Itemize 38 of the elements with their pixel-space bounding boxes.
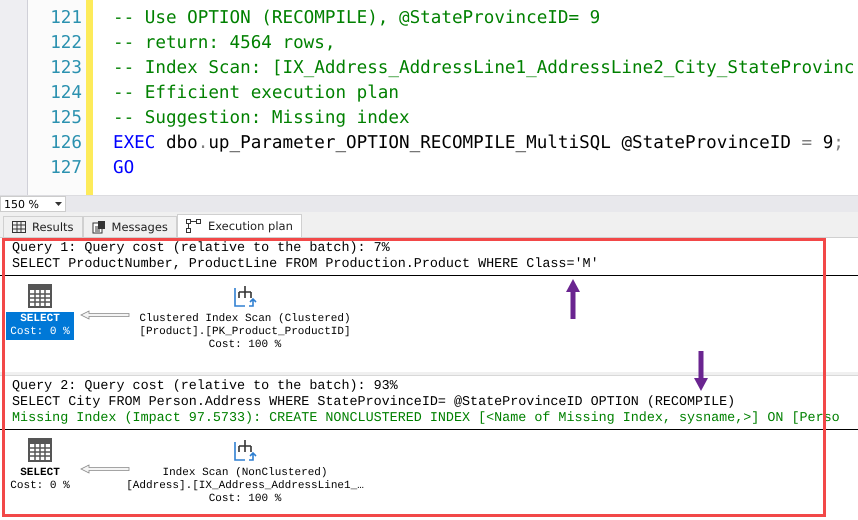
code-line: EXEC dbo.up_Parameter_OPTION_RECOMPILE_MultiSQL @StateProvinceID = 9; xyxy=(113,132,845,155)
code-line: -- return: 4564 rows, xyxy=(113,32,336,55)
plan-node-label[interactable]: Index Scan (NonClustered) [Address].[IX_Address_AddressLine1_… Cost: 100 % xyxy=(122,466,368,507)
line-number: 122 xyxy=(50,32,82,55)
plan-node-label[interactable]: Clustered Index Scan (Clustered) [Product].[PK_Product_ProductID] Cost: 100 % xyxy=(135,312,355,353)
annotation-arrow xyxy=(693,350,709,392)
query-statement: SELECT City FROM Person.Address WHERE StateProvinceID= @StateProvinceID OPTION (RECOMPILE) xyxy=(12,395,736,411)
query-statement: SELECT ProductNumber, ProductLine FROM Production.Product WHERE Class='M' xyxy=(12,257,600,273)
flow-arrow xyxy=(80,310,130,320)
table-icon xyxy=(28,438,52,462)
code-line: -- Use OPTION (RECOMPILE), @StateProvinceID= 9 xyxy=(113,7,602,30)
line-number: 126 xyxy=(50,132,82,155)
document-icon xyxy=(92,220,106,234)
grid-icon xyxy=(12,221,26,233)
code-line: -- Suggestion: Missing index xyxy=(113,107,411,130)
plan-icon xyxy=(186,219,202,233)
code-line: GO xyxy=(113,157,136,180)
line-number: 123 xyxy=(50,57,82,80)
query-cost-text: Query 2: Query cost (relative to the batch): 93% xyxy=(12,379,399,395)
plan-node-label[interactable]: SELECT Cost: 0 % xyxy=(6,312,74,340)
tab[interactable]: Results xyxy=(3,216,83,237)
annotation-arrow xyxy=(565,278,581,320)
index-scan-icon xyxy=(233,284,257,308)
index-scan-icon xyxy=(233,438,257,462)
caret-icon xyxy=(55,202,62,206)
flow-arrow xyxy=(80,464,130,474)
tab[interactable]: Messages xyxy=(82,216,177,237)
query-cost-text: Query 1: Query cost (relative to the batch): 7% xyxy=(12,241,391,257)
code-line: -- Index Scan: [IX_Address_AddressLine1_AddressLine2_City_StateProvinc xyxy=(113,57,856,80)
zoom-dropdown[interactable]: 150 % xyxy=(0,196,66,212)
line-number: 124 xyxy=(50,82,82,105)
table-icon xyxy=(28,284,52,308)
code-line: -- Efficient execution plan xyxy=(113,82,400,105)
line-number: 121 xyxy=(50,7,82,30)
line-number: 127 xyxy=(50,157,82,180)
line-number: 125 xyxy=(50,107,82,130)
tab[interactable]: Execution plan xyxy=(176,214,302,237)
plan-node-label[interactable]: SELECT Cost: 0 % xyxy=(6,466,74,494)
